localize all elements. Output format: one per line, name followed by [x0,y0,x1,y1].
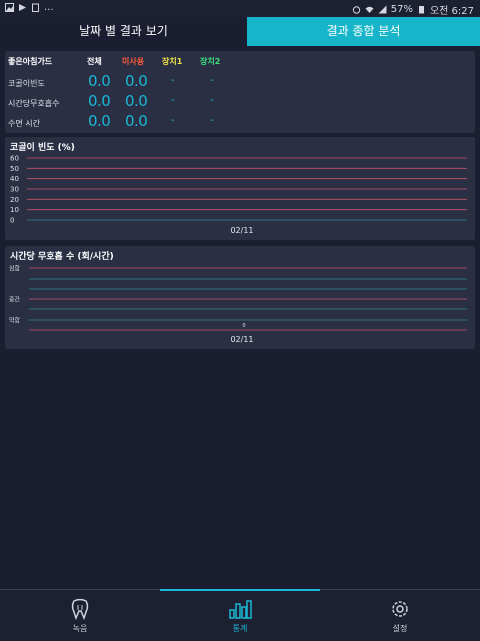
status-bar: ... 57% 오전 6:27 [0,0,480,17]
summary-title: 좋은아침가드 [8,57,53,66]
summary-row-sleep-time: 수면 시간 0.0 0.0 - - [5,112,475,130]
y-tick-label: 40 [10,175,19,183]
summary-row-apnea: 시간당무호흡수 0.0 0.0 - - [5,92,475,110]
severity-level-label: 심함 [9,265,21,273]
clipboard-icon [32,3,39,12]
status-system: 57% 오전 6:27 [352,2,474,17]
y-tick-label: 50 [10,165,19,173]
play-icon [19,4,26,11]
y-tick-label: 30 [10,186,19,194]
gallery-icon [5,3,14,12]
severity-level-label: 중간 [9,296,21,304]
tooth-icon [71,598,89,620]
nav-settings[interactable]: 설정 [320,590,480,641]
wifi-icon [365,6,374,13]
apnea-chart-plot: 심함중간약함 0 02/11 [9,265,467,344]
y-tick-label: 10 [10,206,19,214]
value-total: 0.0 [88,112,111,130]
x-tick-label: 02/11 [230,335,253,344]
column-total: 전체 [87,57,102,66]
data-point-label: 0 [242,323,245,329]
tab-overall-analysis[interactable]: 결과 종합 분석 [247,17,480,46]
nav-label: 설정 [392,624,408,633]
tab-bar: 날짜 별 결과 보기 결과 종합 분석 [0,17,480,46]
nav-label: 녹음 [72,624,88,633]
snore-chart-plot: 60 50 40 30 20 10 0 02/11 [10,155,467,235]
severity-level-label: 약함 [9,317,21,325]
nav-statistics[interactable]: 통계 [160,590,320,641]
alarm-icon [352,6,360,14]
gear-icon [392,601,408,617]
value-unused: 0.0 [125,112,148,130]
bar-chart-icon [229,600,252,619]
row-label: 수면 시간 [8,119,40,128]
status-time: 오전 6:27 [429,6,474,17]
value-device2: - [210,115,214,126]
nav-record[interactable]: 녹음 [0,590,160,641]
row-label: 코골이빈도 [8,79,45,88]
summary-panel: 좋은아침가드 전체 미사용 장치1 장치2 코골이빈도 0.0 0.0 - - … [5,51,475,133]
battery-percent: 57% [390,4,413,15]
y-tick-label: 60 [10,155,19,163]
value-device2: - [210,95,214,106]
apnea-per-hour-chart: 시간당 무호흡 수 (회/시간) 심함 중간 약함 0 02/11 [5,246,475,349]
status-notifications: ... [5,2,54,13]
value-device2: - [210,75,214,86]
signal-icon [378,5,387,14]
row-label: 시간당무호흡수 [8,99,60,108]
value-total: 0.0 [88,72,111,90]
y-tick-label: 0 [10,217,14,225]
value-device1: - [171,75,175,86]
y-tick-label: 20 [10,196,19,204]
battery-icon [418,6,424,14]
value-unused: 0.0 [125,72,148,90]
value-total: 0.0 [88,92,111,110]
x-tick-label: 02/11 [230,226,253,235]
snore-frequency-chart: 코골이 빈도 (%) 60 50 40 30 20 10 0 02/11 [5,137,475,240]
value-device1: - [171,95,175,106]
tab-results-by-date[interactable]: 날짜 별 결과 보기 [0,17,247,46]
value-unused: 0.0 [125,92,148,110]
nav-label: 통계 [232,624,248,633]
column-unused: 미사용 [122,57,145,66]
column-device2: 장치2 [200,57,221,66]
status-more-dots: ... [44,2,54,13]
value-device1: - [171,115,175,126]
bottom-navigation: 녹음 통계 설정 [0,589,480,641]
column-device1: 장치1 [162,57,183,66]
summary-row-snore: 코골이빈도 0.0 0.0 - - [5,72,475,90]
